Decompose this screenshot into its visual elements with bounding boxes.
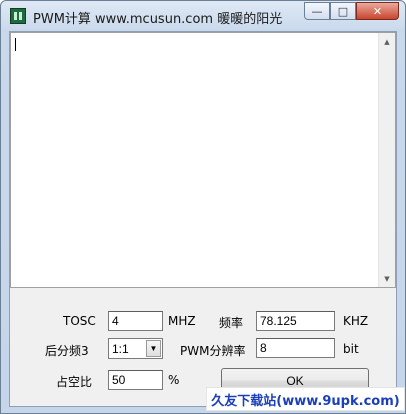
resolution-unit: bit (343, 342, 359, 356)
window-title: PWM计算 www.mcusun.com 暖暖的阳光 (33, 12, 283, 27)
client-area: ▲ ▼ TOSC 4 MHZ 频率 78.125 KHZ 后分频3 1:1 ▼ … (9, 31, 397, 407)
prescaler-label: 后分频3 (45, 344, 89, 358)
tosc-input[interactable]: 4 (108, 311, 163, 331)
frequency-input[interactable]: 78.125 (256, 311, 335, 331)
app-icon (10, 8, 26, 24)
scroll-up-icon[interactable]: ▲ (379, 33, 395, 50)
vertical-scrollbar[interactable]: ▲ ▼ (378, 33, 395, 287)
window-controls: — □ ✕ (304, 2, 399, 20)
prescaler-select[interactable]: 1:1 ▼ (108, 338, 163, 359)
app-window: PWM计算 www.mcusun.com 暖暖的阳光 — □ ✕ ▲ ▼ TOS… (0, 0, 406, 414)
duty-cycle-unit: % (168, 373, 180, 387)
tosc-unit: MHZ (168, 314, 196, 328)
chevron-down-icon[interactable]: ▼ (146, 340, 161, 357)
output-textarea[interactable]: ▲ ▼ (10, 32, 396, 288)
watermark: 久友下载站(www.9upk.com) (206, 387, 405, 411)
title-bar[interactable]: PWM计算 www.mcusun.com 暖暖的阳光 — □ ✕ (1, 1, 405, 31)
text-caret (15, 38, 16, 51)
prescaler-value: 1:1 (112, 342, 129, 356)
duty-cycle-input[interactable]: 50 (108, 370, 163, 390)
close-button[interactable]: ✕ (356, 2, 399, 20)
maximize-button[interactable]: □ (330, 2, 356, 20)
duty-cycle-label: 占空比 (56, 375, 93, 389)
resolution-input[interactable]: 8 (256, 338, 335, 358)
frequency-label: 频率 (219, 316, 244, 330)
frequency-unit: KHZ (343, 314, 369, 328)
scroll-down-icon[interactable]: ▼ (379, 270, 395, 287)
minimize-button[interactable]: — (304, 2, 330, 20)
resolution-label: PWM分辨率 (180, 344, 246, 358)
tosc-label: TOSC (63, 314, 96, 328)
